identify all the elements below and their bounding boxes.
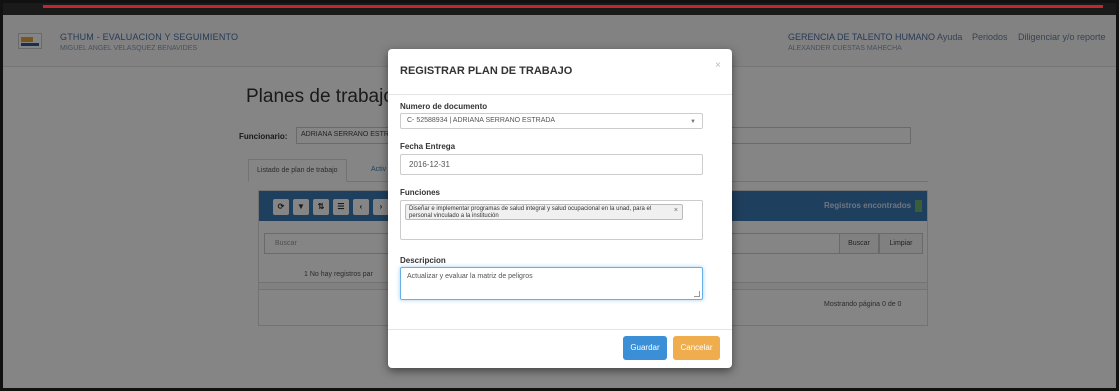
funcion-tag-text: Diseñar e implementar programas de salud… [409,206,652,219]
chevron-down-icon: ▼ [690,119,696,125]
funcion-tag: Diseñar e implementar programas de salud… [405,204,683,220]
numero-documento-select[interactable]: C- 52588934 | ADRIANA SERRANO ESTRADA ▼ [400,113,703,129]
remove-tag-icon[interactable]: × [674,207,678,214]
modal-title: REGISTRAR PLAN DE TRABAJO [400,65,573,77]
fecha-entrega-label: Fecha Entrega [400,142,456,151]
numero-documento-label: Numero de documento [400,102,488,111]
modal-backdrop[interactable]: REGISTRAR PLAN DE TRABAJO × Numero de do… [3,15,1116,388]
descripcion-label: Descripcion [400,256,446,265]
modal-header: REGISTRAR PLAN DE TRABAJO × [388,49,732,95]
app-window: GTHUM - EVALUACION Y SEGUIMIENTO MIGUEL … [3,3,1116,388]
cancelar-button[interactable]: Cancelar [673,336,720,360]
guardar-button[interactable]: Guardar [623,336,667,360]
funciones-label: Funciones [400,188,441,197]
fecha-entrega-input[interactable]: 2016-12-31 [400,154,703,175]
top-accent-line [43,5,1103,8]
close-icon[interactable]: × [715,60,721,71]
funciones-multiselect[interactable]: Diseñar e implementar programas de salud… [400,200,703,240]
top-bar [3,3,1116,15]
descripcion-value: Actualizar y evaluar la matriz de peligr… [407,273,533,280]
registrar-plan-modal: REGISTRAR PLAN DE TRABAJO × Numero de do… [388,49,732,368]
resize-handle[interactable] [694,291,700,297]
numero-documento-value: C- 52588934 | ADRIANA SERRANO ESTRADA [407,117,556,124]
descripcion-textarea[interactable]: Actualizar y evaluar la matriz de peligr… [400,267,703,300]
